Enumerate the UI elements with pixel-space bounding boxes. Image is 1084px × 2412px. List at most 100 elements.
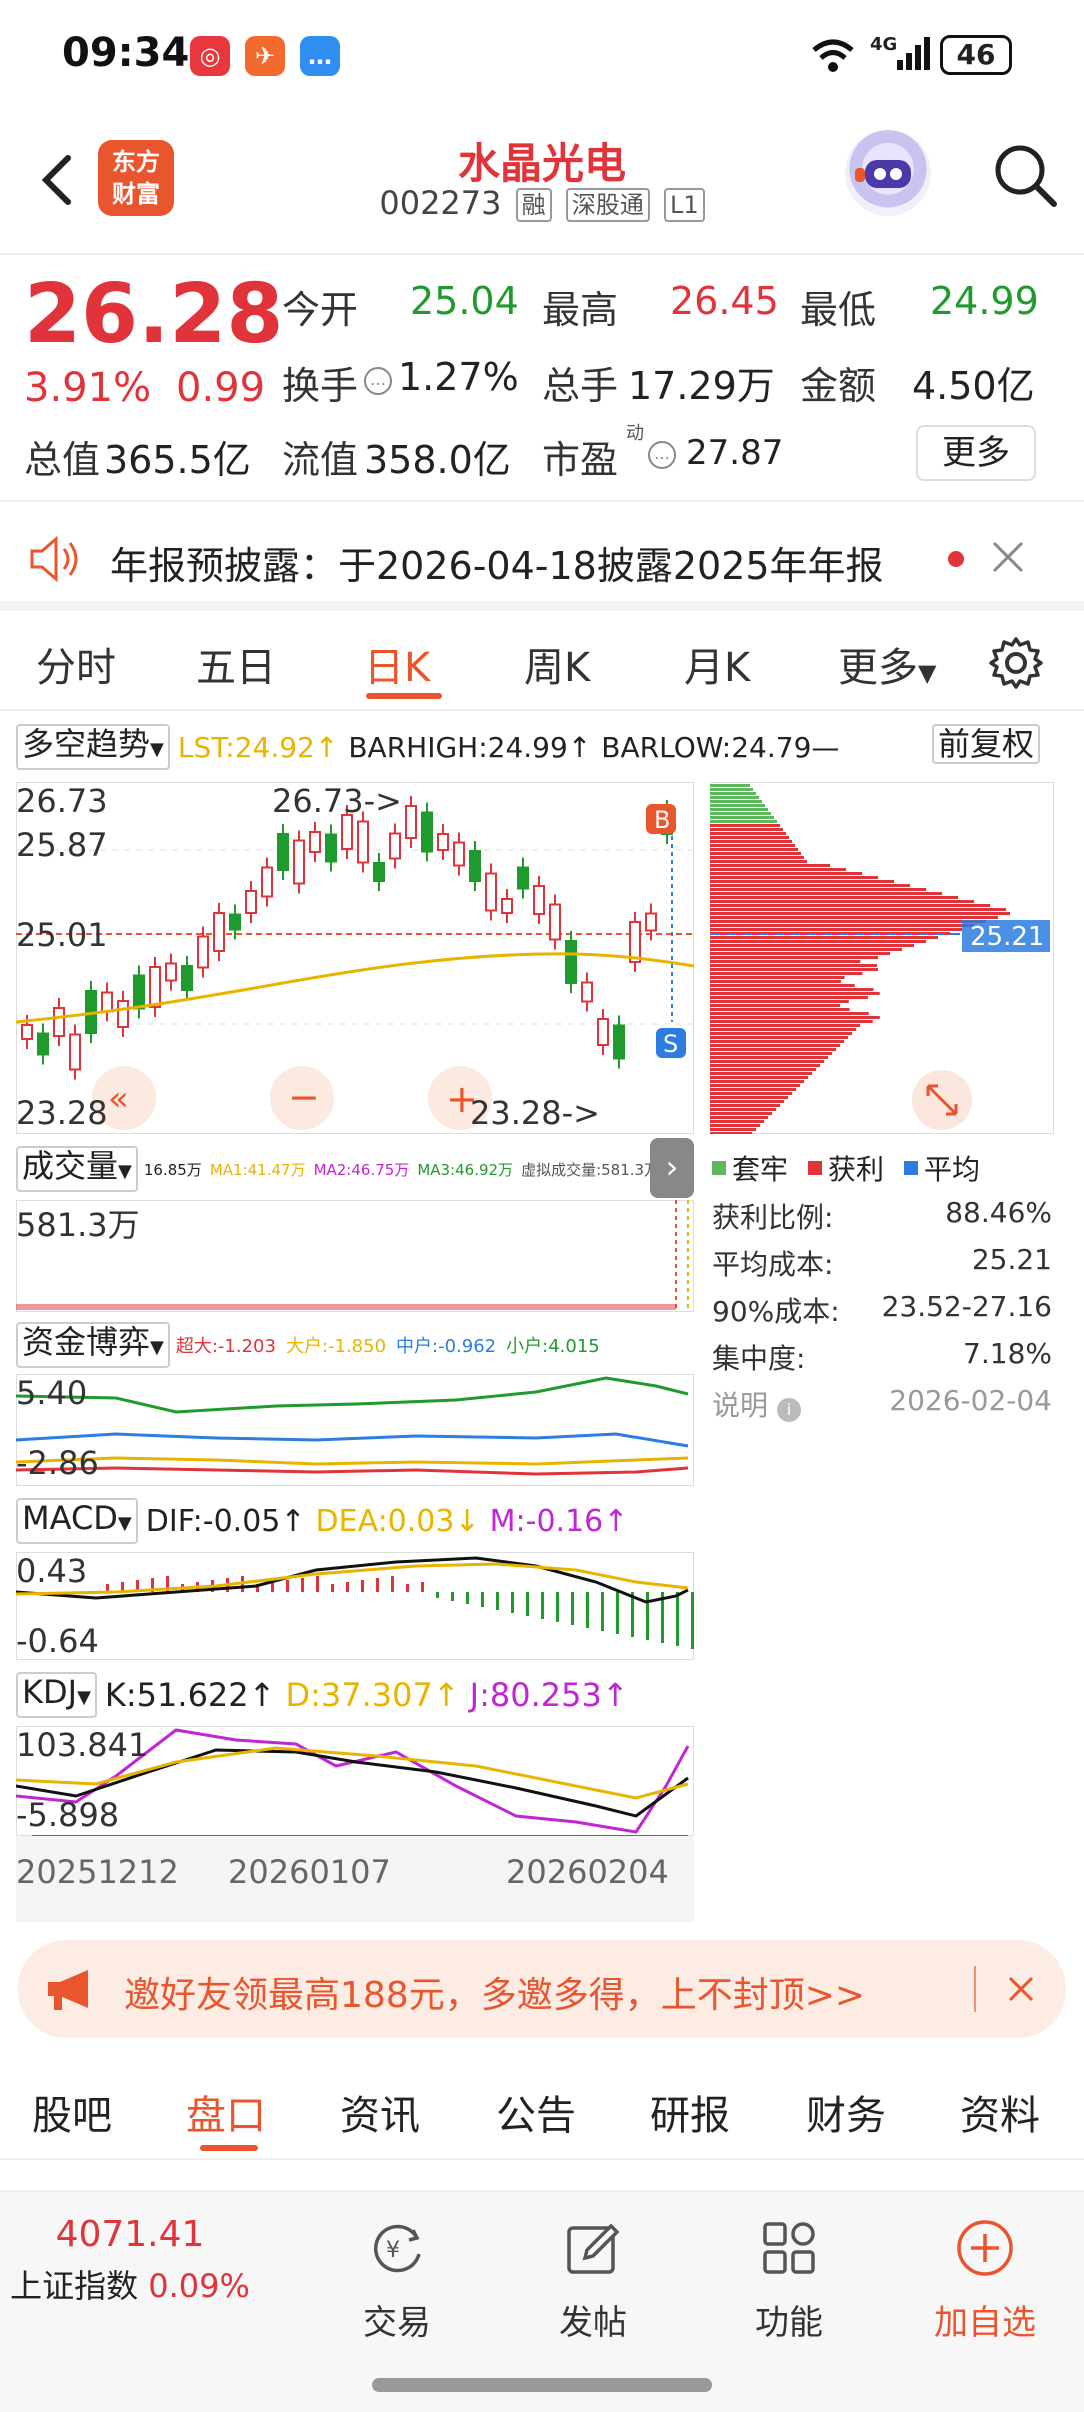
info-icon[interactable]: … <box>364 367 392 395</box>
chip-bar <box>710 1100 784 1103</box>
chip-bar <box>710 888 926 891</box>
candle-body <box>325 833 337 863</box>
candle-body <box>485 872 497 912</box>
chip-bar <box>710 992 880 995</box>
svg-text:−: − <box>288 1075 320 1119</box>
kdj-indicator-select[interactable]: KDJ▼ <box>16 1672 97 1718</box>
candle-body <box>149 966 161 1008</box>
tab-monthly-k[interactable]: 月K <box>684 635 750 693</box>
candle-body <box>341 814 353 850</box>
chip-bar <box>710 936 938 939</box>
dropdown-icon: ▼ <box>118 1161 132 1182</box>
active-tab-indicator <box>200 2145 258 2151</box>
note-row[interactable]: 说明 i 2026-02-04 <box>712 1384 1052 1424</box>
post-button[interactable]: 发帖 <box>528 2216 658 2344</box>
chip-bar <box>710 1124 760 1127</box>
amount-label: 金额 <box>800 364 877 408</box>
candle-body <box>277 833 289 871</box>
fund-indicator-row: 资金博弈▼ 超大:-1.203 大户:-1.850 中户:-0.962 小户:4… <box>16 1322 600 1368</box>
index-ticker[interactable]: 4071.41 上证指数 0.09% <box>0 2214 260 2307</box>
fund-indicator-select[interactable]: 资金博弈▼ <box>16 1322 170 1368</box>
chevron-right-icon[interactable]: › <box>650 1138 694 1198</box>
chip-bar <box>710 1000 849 1003</box>
chip-bar <box>710 840 792 843</box>
function-button[interactable]: 功能 <box>724 2216 854 2344</box>
tab-news[interactable]: 资讯 <box>340 2083 420 2141</box>
candle-body <box>453 841 465 867</box>
tab-forum[interactable]: 股吧 <box>32 2083 112 2141</box>
svg-text:¥: ¥ <box>386 2238 400 2263</box>
tab-financials[interactable]: 财务 <box>806 2083 886 2141</box>
close-icon[interactable] <box>990 539 1026 575</box>
macd-chart <box>16 1552 694 1660</box>
chip-bar <box>710 1120 764 1123</box>
tab-more-label: 更多 <box>838 645 918 691</box>
fund-mid: 中户:-0.962 <box>396 1336 497 1357</box>
macd-bar <box>511 1592 514 1613</box>
chip-bar <box>710 832 786 835</box>
chip-bar <box>710 828 783 831</box>
chip-bar <box>710 896 958 899</box>
macd-bar <box>436 1592 439 1598</box>
active-tab-indicator <box>366 693 442 699</box>
max-price-mark: 26.73-> <box>272 782 402 820</box>
tab-five-day[interactable]: 五日 <box>196 635 276 693</box>
chip-bar <box>710 1004 841 1007</box>
search-icon[interactable] <box>990 140 1060 210</box>
tab-quote-detail[interactable]: 盘口 <box>186 2083 266 2141</box>
info-icon[interactable]: … <box>648 441 676 469</box>
notice-bar[interactable]: 年报预披露：于2026-04-18披露2025年年报 <box>0 505 1084 611</box>
change-amount: 0.99 <box>176 365 266 411</box>
candle-body <box>293 839 305 885</box>
gear-icon[interactable] <box>988 635 1044 691</box>
home-indicator[interactable] <box>372 2378 712 2392</box>
candle-body <box>437 833 449 851</box>
add-watchlist-button[interactable]: 加自选 <box>920 2216 1050 2344</box>
macd-bar <box>541 1592 544 1619</box>
chip-bar <box>710 988 874 991</box>
kline-chart[interactable]: B S « − + <box>16 782 694 1134</box>
tab-announcements[interactable]: 公告 <box>496 2083 576 2141</box>
post-label: 发帖 <box>559 2303 627 2343</box>
macd-y-top: 0.43 <box>16 1552 88 1590</box>
dropdown-icon: ▼ <box>918 659 937 687</box>
tab-daily-k[interactable]: 日K <box>364 635 430 693</box>
volume-indicator-select[interactable]: 成交量▼ <box>16 1146 138 1192</box>
candle-body <box>213 912 225 952</box>
close-icon[interactable] <box>1006 1974 1036 2004</box>
info-icon[interactable]: i <box>776 1398 801 1422</box>
tab-research[interactable]: 研报 <box>650 2083 730 2141</box>
barhigh-value: BARHIGH:24.99 <box>348 730 568 764</box>
chip-bar <box>710 884 910 887</box>
chip-bar <box>710 1104 780 1107</box>
invite-banner[interactable]: 邀好友领最高188元，多邀多得，上不封顶>> <box>18 1940 1066 2038</box>
tab-profile[interactable]: 资料 <box>960 2083 1040 2141</box>
chip-bar <box>710 1108 776 1111</box>
chip-bar <box>710 916 998 919</box>
tab-intraday[interactable]: 分时 <box>36 635 116 693</box>
period-tabs: 分时 五日 日K 周K 月K 更多▼ <box>0 615 1084 711</box>
chip-bar <box>710 784 750 787</box>
candle-body <box>101 991 113 1013</box>
macd-bar <box>301 1578 304 1592</box>
kline-indicator-select[interactable]: 多空趋势▼ <box>16 724 170 770</box>
chip-bar <box>710 940 926 943</box>
chip-bar <box>710 872 862 875</box>
mktcap-value: 365.5亿 <box>104 438 251 482</box>
tab-more[interactable]: 更多▼ <box>838 635 936 693</box>
trade-button[interactable]: ¥ 交易 <box>332 2216 462 2344</box>
turnover-label: 换手 <box>282 364 359 408</box>
chip-bar <box>710 980 841 983</box>
chip-distribution-chart[interactable]: 25.21 <box>710 782 1054 1134</box>
macd-bar <box>331 1584 334 1592</box>
concentration-row: 集中度: 7.18% <box>712 1337 1052 1377</box>
kline-y-bottom: 23.28 <box>16 1094 108 1132</box>
candle-body <box>165 962 177 982</box>
adjust-button[interactable]: 前复权 <box>932 724 1041 764</box>
more-button[interactable]: 更多 <box>916 425 1036 481</box>
macd-indicator-select[interactable]: MACD▼ <box>16 1498 138 1544</box>
margin-tag: 融 <box>515 188 552 222</box>
tab-weekly-k[interactable]: 周K <box>524 635 590 693</box>
ai-assistant-icon[interactable] <box>845 130 931 216</box>
chip-bar <box>710 968 879 971</box>
